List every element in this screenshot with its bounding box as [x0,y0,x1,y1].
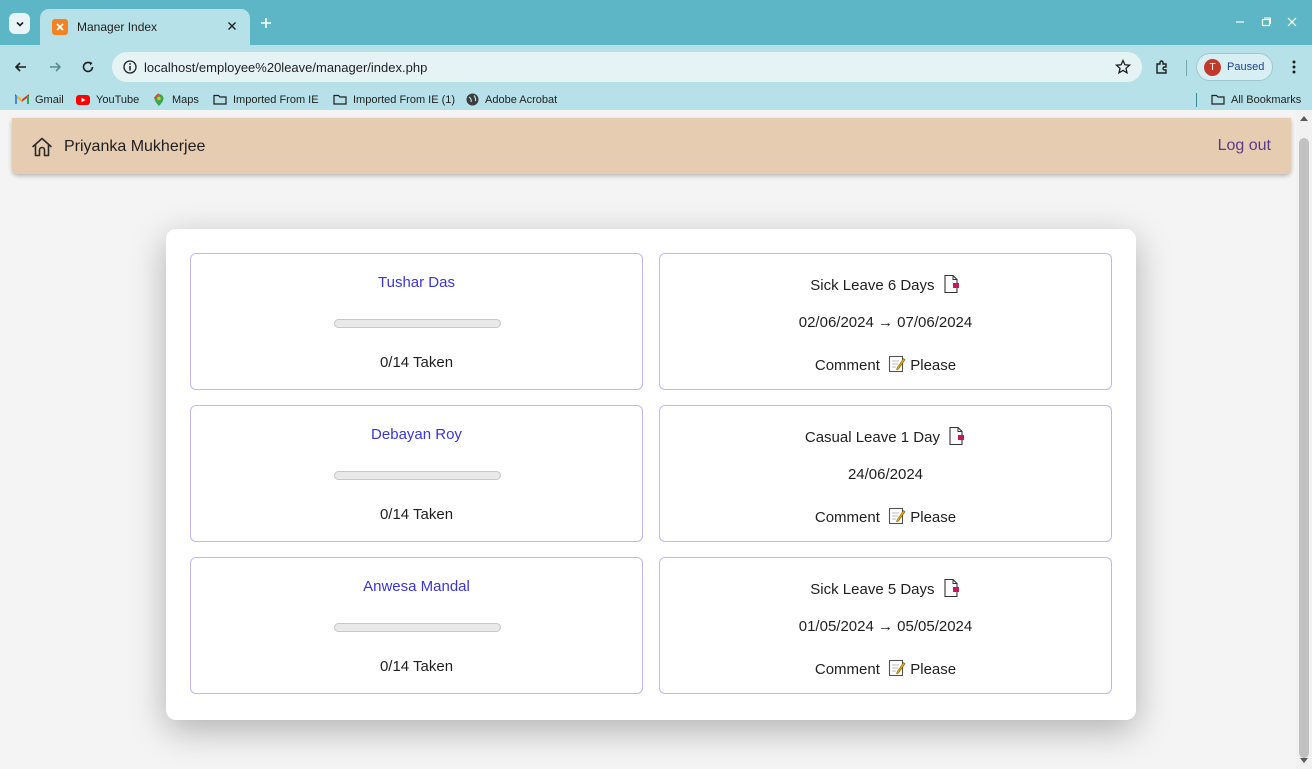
bookmark-star-icon[interactable] [1114,58,1132,76]
restore-icon[interactable] [1257,13,1275,31]
app-header: Priyanka Mukherjee Log out [12,118,1291,174]
leave-request-card: Sick Leave 6 Days 02/06/2024 → 07/06/202… [659,253,1112,390]
youtube-icon [76,93,90,107]
toolbar-divider [1186,60,1187,76]
leave-dates: 02/06/2024 → 07/06/2024 [798,314,973,331]
chevron-down-icon [15,21,24,27]
leave-request-card: Casual Leave 1 Day 24/06/2024 Comment Pl… [659,405,1112,542]
leave-requests-panel: Tushar Das 0/14 Taken Sick Leave 6 Days … [166,229,1136,720]
comment-line: Comment Please [660,658,1111,678]
leaves-taken: 0/14 Taken [379,658,454,675]
bookmark-folder-imported-1[interactable]: Imported From IE (1) [333,91,455,108]
leave-type: Sick Leave 6 Days [810,277,935,294]
scrollbar-thumb[interactable] [1299,138,1309,758]
reload-icon[interactable] [78,57,98,77]
bookmark-youtube[interactable]: YouTube [76,91,139,108]
folder-icon [213,93,227,107]
document-icon[interactable] [943,578,961,598]
gmail-icon [15,93,29,107]
leave-type-line: Sick Leave 6 Days [660,274,1111,294]
leave-progress-bar [334,319,501,328]
globe-icon [465,93,479,107]
memo-icon[interactable] [888,506,906,526]
browser-tab-bar: Manager Index [0,0,1312,45]
leave-type-line: Casual Leave 1 Day [660,426,1111,446]
memo-icon[interactable] [888,354,906,374]
leave-type: Sick Leave 5 Days [810,581,935,598]
site-info-icon[interactable] [122,59,138,75]
leaves-taken: 0/14 Taken [379,354,454,371]
avatar: T [1204,59,1221,76]
comment-text: Please [910,661,957,678]
bookmark-maps[interactable]: Maps [152,91,199,108]
bookmark-gmail[interactable]: Gmail [15,91,64,108]
leave-type-line: Sick Leave 5 Days [660,578,1111,598]
scroll-down-arrow-icon[interactable] [1300,758,1308,763]
employee-card: Debayan Roy 0/14 Taken [190,405,643,542]
comment-label: Comment [814,357,880,374]
tab-search-button[interactable] [9,13,30,34]
document-icon[interactable] [948,426,966,446]
comment-line: Comment Please [660,354,1111,374]
employee-name[interactable]: Anwesa Mandal [191,578,642,595]
home-icon [30,135,54,159]
page-viewport: Priyanka Mukherjee Log out Tushar Das 0/… [0,110,1296,769]
new-tab-plus-icon[interactable] [258,15,274,31]
tab-title: Manager Index [77,20,158,34]
bookmarks-bar: Gmail YouTube Maps Imported From IE Impo… [0,89,1312,110]
bookmark-folder-imported[interactable]: Imported From IE [213,91,319,108]
minimize-icon[interactable] [1231,13,1249,31]
leave-dates: 01/05/2024 → 05/05/2024 [798,618,973,635]
maps-pin-icon [152,92,166,107]
window-close-icon[interactable] [1283,13,1301,31]
folder-icon [1211,93,1225,107]
employee-card: Tushar Das 0/14 Taken [190,253,643,390]
tab-close-icon[interactable] [224,18,240,34]
comment-label: Comment [814,509,880,526]
page-scrollbar[interactable] [1296,110,1312,769]
comment-label: Comment [814,661,880,678]
browser-toolbar: localhost/employee%20leave/manager/index… [0,45,1312,89]
extensions-puzzle-icon[interactable] [1152,57,1172,77]
bookmark-adobe-acrobat[interactable]: Adobe Acrobat [465,91,557,108]
address-bar[interactable]: localhost/employee%20leave/manager/index… [112,52,1142,82]
leaves-taken: 0/14 Taken [379,506,454,523]
folder-icon [333,93,347,107]
leave-request-card: Sick Leave 5 Days 01/05/2024 → 05/05/202… [659,557,1112,694]
user-name: Priyanka Mukherjee [64,138,206,155]
leave-progress-bar [334,471,501,480]
xampp-favicon-icon [52,19,68,35]
leave-dates: 24/06/2024 [847,466,924,483]
bookmarks-divider [1196,93,1197,107]
profile-button[interactable]: T Paused [1196,53,1273,81]
profile-status: Paused [1227,61,1265,73]
more-menu-icon[interactable] [1284,57,1304,77]
leave-progress-bar [334,623,501,632]
comment-line: Comment Please [660,506,1111,526]
employee-name[interactable]: Debayan Roy [191,426,642,443]
back-arrow-icon[interactable] [11,57,31,77]
all-bookmarks[interactable]: All Bookmarks [1211,91,1301,108]
employee-card: Anwesa Mandal 0/14 Taken [190,557,643,694]
leave-type: Casual Leave 1 Day [804,429,940,446]
url-text: localhost/employee%20leave/manager/index… [144,60,428,75]
comment-text: Please [910,509,957,526]
scroll-up-arrow-icon[interactable] [1300,116,1308,121]
home-link[interactable]: Priyanka Mukherjee [30,135,205,159]
browser-tab-active[interactable]: Manager Index [40,9,250,45]
employee-name[interactable]: Tushar Das [191,274,642,291]
comment-text: Please [910,357,957,374]
logout-link[interactable]: Log out [1218,137,1271,155]
document-icon[interactable] [943,274,961,294]
memo-icon[interactable] [888,658,906,678]
forward-arrow-icon[interactable] [45,57,65,77]
